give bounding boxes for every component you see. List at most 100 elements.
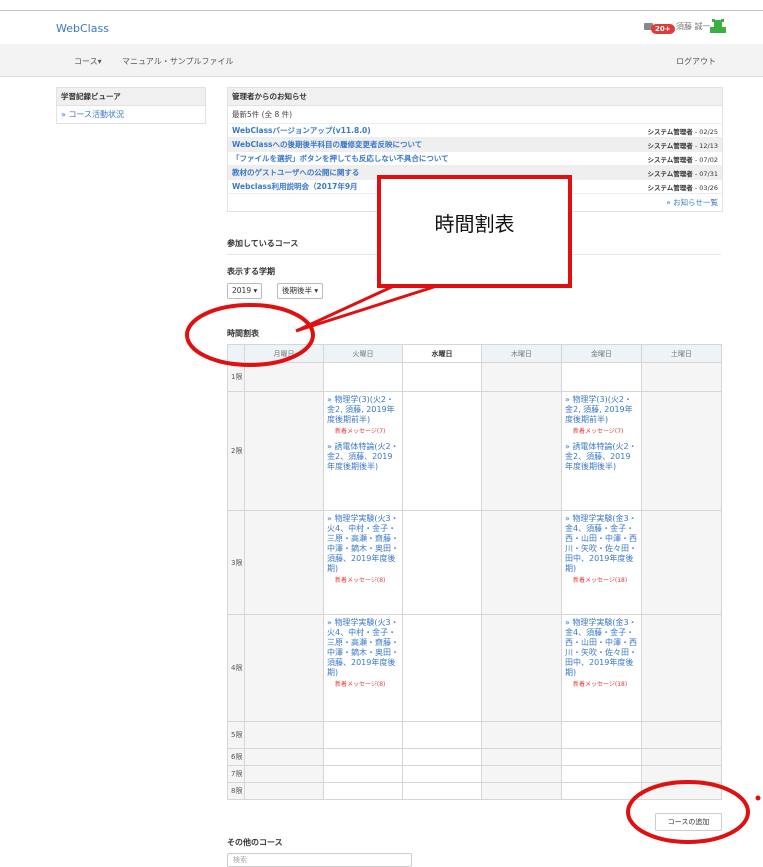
period-label: 6限 [227, 748, 245, 766]
new-message-link[interactable]: 新着メッセージ(18) [573, 575, 638, 584]
new-message-link[interactable]: 新着メッセージ(8) [335, 679, 399, 688]
add-course-button[interactable]: コースの追加 [655, 813, 722, 831]
news-item: WebClassへの後期後半科目の履修変更者反映について システム管理者 - 1… [228, 137, 722, 151]
empty-slot [244, 721, 324, 749]
year-select[interactable]: 2019 ▾ [227, 283, 263, 299]
timetable-header-row: 月曜日 火曜日 水曜日 木曜日 金曜日 土曜日 [227, 344, 722, 363]
empty-slot [641, 362, 722, 392]
empty-slot [561, 782, 642, 800]
logout-link[interactable]: ログアウト [676, 56, 716, 67]
other-courses-heading: その他のコース [227, 838, 283, 847]
period-label: 8限 [227, 782, 245, 800]
course-link[interactable]: » 物理学実験(金3・金4、須藤・金子・西・山田・中澤・西川・矢吹・佐々田・田中… [565, 514, 638, 574]
new-message-link[interactable]: 新着メッセージ(7) [573, 426, 638, 435]
chevron-down-icon: ▾ [314, 286, 319, 295]
new-message-link[interactable]: 新着メッセージ(8) [335, 575, 399, 584]
news-date: - 07/02 [692, 156, 718, 164]
course-link[interactable]: » 物理学(3)(火2・金2, 須藤, 2019年度後期前半) [327, 395, 399, 425]
period-label: 4限 [227, 614, 245, 722]
course-link[interactable]: » 物理学実験(火3・火4、中村・金子・三原・高瀬・齋藤・中澤・鏑木・奥田・須藤… [327, 514, 399, 574]
news-date: - 12/13 [692, 142, 718, 150]
news-item-link[interactable]: Webclass利用説明会（2017年9月 [232, 182, 358, 191]
annotation-dot [755, 795, 761, 801]
user-area: 20+ 須藤 誠一 [644, 19, 734, 35]
course-link[interactable]: » 物理学実験(金3・金4、須藤・金子・西・山田・中澤・西川・矢吹・佐々田・田中… [565, 618, 638, 678]
semester-select[interactable]: 後期後半 ▾ [277, 283, 324, 299]
news-item-link[interactable]: WebClassへの後期後半科目の履修変更者反映について [232, 140, 422, 149]
new-message-link[interactable]: 新着メッセージ(18) [573, 679, 638, 688]
course-slot: » 物理学実験(火3・火4、中村・金子・三原・高瀬・齋藤・中澤・鏑木・奥田・須藤… [323, 510, 403, 615]
period-label: 2限 [227, 391, 245, 511]
news-item-link[interactable]: 「ファイルを選択」ボタンを押しても反応しない不具合について [232, 154, 449, 163]
nav-courses-menu[interactable]: コース▾ [74, 56, 102, 67]
day-header: 月曜日 [244, 344, 324, 363]
empty-slot [402, 748, 482, 766]
course-link[interactable]: » 物理学(3)(火2・金2, 須藤, 2019年度後期前半) [565, 395, 638, 425]
news-date: - 02/25 [692, 128, 718, 136]
nav-manual-link[interactable]: マニュアル・サンプルファイル [122, 56, 234, 67]
timetable-row: 5限 [227, 721, 722, 749]
empty-slot [641, 765, 722, 783]
empty-slot [244, 765, 324, 783]
empty-slot [641, 782, 722, 800]
empty-slot [402, 721, 482, 749]
news-count: 最新5件 (全 8 件) [232, 110, 293, 119]
user-name[interactable]: 須藤 誠一 [676, 21, 711, 32]
course-link[interactable]: » 誘電体特論(火2・金2、須藤、2019年度後期後半) [327, 442, 399, 472]
empty-slot [323, 782, 403, 800]
empty-slot [481, 510, 562, 615]
news-date: - 07/31 [692, 170, 718, 178]
notification-badge[interactable]: 20+ [651, 24, 675, 34]
empty-slot [244, 748, 324, 766]
brand-logo[interactable]: WebClass [56, 22, 109, 35]
semester-select-value: 後期後半 [282, 286, 312, 295]
user-avatar-icon[interactable] [710, 19, 726, 33]
empty-slot [402, 782, 482, 800]
empty-slot [561, 748, 642, 766]
empty-slot [402, 765, 482, 783]
day-header: 金曜日 [561, 344, 642, 363]
empty-slot [641, 510, 722, 615]
course-link[interactable]: » 誘電体特論(火2・金2、須藤、2019年度後期後半) [565, 442, 638, 472]
sidebar-item-course-activity[interactable]: » コース活動状況 [56, 106, 206, 124]
empty-slot [244, 510, 324, 615]
day-header-today: 水曜日 [402, 344, 482, 363]
empty-slot [402, 614, 482, 722]
timetable: 月曜日 火曜日 水曜日 木曜日 金曜日 土曜日 1限 2限 » 物理学(3)(火… [227, 344, 722, 800]
news-item: WebClassバージョンアップ(v11.8.0) システム管理者 - 02/2… [228, 123, 722, 137]
empty-slot [481, 362, 562, 392]
day-header: 火曜日 [323, 344, 403, 363]
main-nav: コース▾ マニュアル・サンプルファイル ログアウト [0, 44, 763, 77]
corner-cell [227, 344, 245, 363]
empty-slot [561, 362, 642, 392]
empty-slot [323, 765, 403, 783]
empty-slot [641, 721, 722, 749]
timetable-title: 時間割表 [227, 328, 721, 345]
news-item-link[interactable]: 教材のゲストユーザへの公開に関する [232, 168, 359, 177]
period-label: 1限 [227, 362, 245, 392]
timetable-row: 6限 [227, 748, 722, 766]
course-slot: » 物理学(3)(火2・金2, 須藤, 2019年度後期前半) 新着メッセージ(… [323, 391, 403, 511]
period-label: 5限 [227, 721, 245, 749]
empty-slot [481, 765, 562, 783]
sidebar-title: 学習記録ビューア [56, 87, 206, 106]
empty-slot [641, 748, 722, 766]
course-link[interactable]: » 物理学実験(火3・火4、中村・金子・三原・高瀬・齋藤・中澤・鏑木・奥田・須藤… [327, 618, 399, 678]
news-item-link[interactable]: WebClassバージョンアップ(v11.8.0) [232, 126, 371, 135]
news-item: 「ファイルを選択」ボタンを押しても反応しない不具合について システム管理者 - … [228, 151, 722, 165]
news-author: システム管理者 [647, 128, 693, 136]
course-slot: » 物理学実験(火3・火4、中村・金子・三原・高瀬・齋藤・中澤・鏑木・奥田・須藤… [323, 614, 403, 722]
news-author: システム管理者 [647, 170, 693, 178]
news-title: 管理者からのお知らせ [228, 88, 722, 106]
empty-slot [244, 782, 324, 800]
empty-slot [641, 614, 722, 722]
course-search-input[interactable]: 検索 [227, 853, 412, 867]
timetable-row: 7限 [227, 765, 722, 783]
new-message-link[interactable]: 新着メッセージ(7) [335, 426, 399, 435]
news-author: システム管理者 [647, 184, 693, 192]
empty-slot [641, 391, 722, 511]
empty-slot [244, 614, 324, 722]
empty-slot [323, 721, 403, 749]
period-label: 7限 [227, 765, 245, 783]
empty-slot [481, 614, 562, 722]
